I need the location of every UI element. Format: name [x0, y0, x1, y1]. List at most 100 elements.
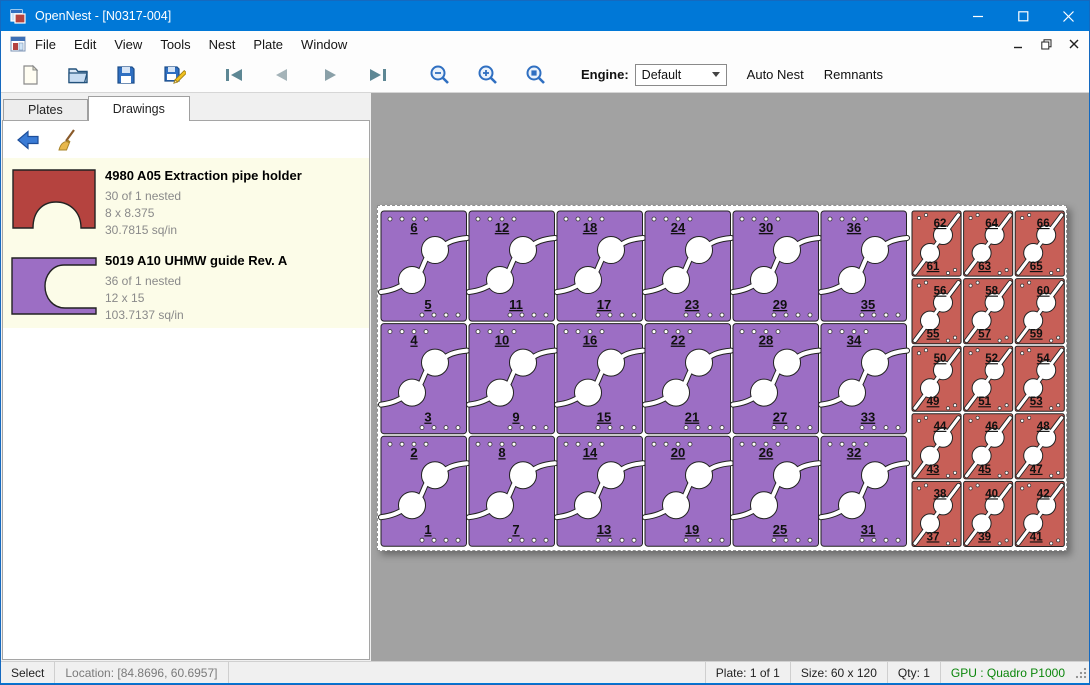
- nest-cell-red[interactable]: 4039: [964, 481, 1013, 546]
- drawing-thumbnail: [3, 158, 105, 243]
- clean-drawings-button[interactable]: [53, 126, 83, 154]
- nest-cell-red[interactable]: 4847: [1015, 414, 1064, 479]
- menu-bar: File Edit View Tools Nest Plate Window: [1, 31, 1090, 57]
- svg-text:16: 16: [583, 333, 597, 348]
- remnants-button[interactable]: Remnants: [814, 61, 893, 88]
- save-button[interactable]: [109, 59, 143, 91]
- svg-text:3: 3: [424, 410, 431, 425]
- previous-plate-button[interactable]: [265, 59, 299, 91]
- nest-cell-red[interactable]: 6665: [1015, 211, 1064, 276]
- minimize-button[interactable]: [956, 1, 1001, 31]
- nest-cell-red[interactable]: 6463: [964, 211, 1013, 276]
- menu-view[interactable]: View: [105, 33, 151, 56]
- nest-cell-red[interactable]: 4443: [912, 414, 961, 479]
- first-plate-button[interactable]: [217, 59, 251, 91]
- svg-text:52: 52: [985, 353, 998, 365]
- nest-cell-purple[interactable]: 2019: [645, 436, 731, 546]
- svg-text:61: 61: [927, 261, 940, 273]
- nest-cell-purple[interactable]: 2423: [645, 211, 731, 321]
- nest-cell-red[interactable]: 4645: [964, 414, 1013, 479]
- mdi-minimize-button[interactable]: [1011, 37, 1025, 51]
- svg-text:66: 66: [1037, 218, 1050, 230]
- zoom-in-button[interactable]: [471, 59, 505, 91]
- zoom-fit-button[interactable]: [519, 59, 553, 91]
- save-icon: [114, 63, 138, 87]
- mdi-restore-button[interactable]: [1039, 37, 1053, 51]
- import-drawings-button[interactable]: [13, 126, 43, 154]
- nest-cell-purple[interactable]: 65: [381, 211, 467, 321]
- svg-text:56: 56: [934, 286, 947, 298]
- purple-part-thumbnail-shape: [12, 258, 96, 314]
- nest-cell-purple[interactable]: 1817: [557, 211, 643, 321]
- svg-text:21: 21: [685, 410, 699, 425]
- menu-plate[interactable]: Plate: [244, 33, 292, 56]
- menu-file[interactable]: File: [26, 33, 65, 56]
- svg-text:18: 18: [583, 220, 597, 235]
- svg-text:54: 54: [1037, 353, 1050, 365]
- menu-nest[interactable]: Nest: [200, 33, 245, 56]
- svg-text:32: 32: [847, 445, 861, 460]
- resize-grip[interactable]: [1075, 662, 1090, 684]
- menu-window[interactable]: Window: [292, 33, 356, 56]
- nest-cell-purple[interactable]: 22 21: [645, 324, 731, 434]
- svg-text:33: 33: [861, 410, 875, 425]
- nest-cell-red[interactable]: 6261: [912, 211, 961, 276]
- svg-text:31: 31: [861, 522, 875, 537]
- menu-tools[interactable]: Tools: [151, 33, 199, 56]
- mdi-close-button[interactable]: [1067, 37, 1081, 51]
- status-bar: Select Location: [84.8696, 60.6957] Plat…: [1, 661, 1090, 683]
- nest-canvas[interactable]: 6512111817242330293635431091615222128273…: [371, 93, 1090, 661]
- svg-text:22: 22: [671, 333, 685, 348]
- drawing-item-extraction-pipe-holder[interactable]: 4980 A05 Extraction pipe holder 30 of 1 …: [3, 158, 369, 243]
- engine-select[interactable]: Default: [635, 64, 727, 86]
- svg-text:30: 30: [759, 220, 773, 235]
- last-plate-button[interactable]: [361, 59, 395, 91]
- auto-nest-button[interactable]: Auto Nest: [737, 61, 814, 88]
- nest-cell-red[interactable]: 5857: [964, 279, 1013, 344]
- nest-cell-red[interactable]: 6059: [1015, 279, 1064, 344]
- open-button[interactable]: [61, 59, 95, 91]
- drawing-item-uhmw-guide[interactable]: 5019 A10 UHMW guide Rev. A 36 of 1 neste…: [3, 243, 369, 328]
- maximize-icon: [1018, 11, 1029, 22]
- nest-cell-purple[interactable]: 43: [381, 324, 467, 434]
- nest-cell-purple[interactable]: 87: [469, 436, 555, 546]
- app-window: OpenNest - [N0317-004] File Edit View To…: [0, 0, 1090, 685]
- nest-cell-purple[interactable]: 1615: [557, 324, 643, 434]
- new-button[interactable]: [13, 59, 47, 91]
- nest-cell-purple[interactable]: 21: [381, 436, 467, 546]
- nest-cell-purple[interactable]: 32 31: [821, 436, 907, 546]
- nest-cell-red[interactable]: 4241: [1015, 481, 1064, 546]
- nest-cell-purple[interactable]: 2625: [733, 436, 819, 546]
- status-gpu: GPU : Quadro P1000: [940, 662, 1075, 684]
- zoom-out-button[interactable]: [423, 59, 457, 91]
- next-plate-button[interactable]: [313, 59, 347, 91]
- nest-cell-red[interactable]: 5453: [1015, 346, 1064, 411]
- drawing-thumbnail: [3, 243, 105, 328]
- tab-plates[interactable]: Plates: [3, 99, 88, 121]
- maximize-button[interactable]: [1001, 1, 1046, 31]
- svg-text:25: 25: [773, 522, 787, 537]
- svg-text:2: 2: [410, 445, 417, 460]
- nest-cell-purple[interactable]: 3635: [821, 211, 907, 321]
- nest-cell-purple[interactable]: 1211: [469, 211, 555, 321]
- nest-cell-red[interactable]: 5251: [964, 346, 1013, 411]
- nest-plate[interactable]: 6512111817242330293635431091615222128273…: [377, 205, 1067, 551]
- svg-text:50: 50: [934, 353, 947, 365]
- nest-cell-red[interactable]: 3837: [912, 481, 961, 546]
- drawing-size: 8 x 8.375: [105, 205, 302, 222]
- svg-text:47: 47: [1030, 464, 1043, 476]
- nest-cell-purple[interactable]: 3433: [821, 324, 907, 434]
- nest-cell-purple[interactable]: 3029: [733, 211, 819, 321]
- menu-edit[interactable]: Edit: [65, 33, 105, 56]
- svg-text:55: 55: [927, 329, 940, 341]
- save-as-button[interactable]: [157, 59, 191, 91]
- nest-cell-purple[interactable]: 1413: [557, 436, 643, 546]
- nest-cell-red[interactable]: 56 55: [912, 279, 961, 344]
- tab-drawings[interactable]: Drawings: [88, 96, 190, 121]
- nest-cell-purple[interactable]: 109: [469, 324, 555, 434]
- close-button[interactable]: [1046, 1, 1090, 31]
- import-arrow-icon: [15, 127, 41, 153]
- nest-cell-purple[interactable]: 2827: [733, 324, 819, 434]
- nest-cell-red[interactable]: 5049: [912, 346, 961, 411]
- last-plate-icon: [366, 63, 390, 87]
